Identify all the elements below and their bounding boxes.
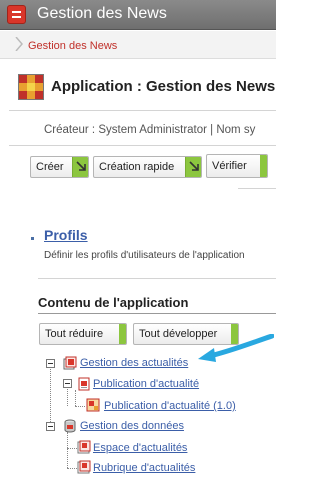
news-section-icon (77, 460, 91, 474)
news-management-icon (63, 356, 77, 370)
application-grid-icon (18, 74, 44, 100)
collapse-all-accent-bar (119, 324, 126, 344)
callout-arrow-icon (196, 333, 275, 364)
verify-accent-bar (260, 155, 267, 177)
publication-icon (77, 377, 91, 391)
window-title: Gestion des News (37, 5, 167, 22)
breadcrumb: Gestion des News (0, 31, 276, 59)
toolbar-divider (238, 188, 276, 189)
create-dropdown-arrow-icon (72, 157, 88, 177)
tree-connector (67, 468, 77, 469)
quick-create-button-label: Création rapide (99, 161, 175, 173)
breadcrumb-item-news[interactable]: Gestion des News (28, 40, 117, 52)
header-divider (9, 110, 276, 111)
meta-divider (9, 145, 276, 146)
verify-button[interactable]: Vérifier (206, 154, 268, 178)
tree-connector (50, 364, 51, 426)
tree-item-news-publication-version[interactable]: Publication d'actualité (1.0) (104, 400, 236, 412)
collapse-toggle-icon[interactable] (63, 379, 72, 388)
profiles-link[interactable]: Profils (44, 227, 88, 243)
tree-connector (67, 432, 68, 468)
publication-version-icon (86, 398, 100, 412)
profiles-description: Définir les profils d'utilisateurs de l'… (44, 250, 245, 261)
database-icon (63, 419, 77, 433)
profiles-divider (38, 278, 276, 279)
collapse-toggle-icon[interactable] (46, 422, 55, 431)
tree-connector (75, 406, 85, 407)
breadcrumb-separator-icon (14, 37, 24, 51)
tree-item-data-management[interactable]: Gestion des données (80, 420, 184, 432)
content-section-title: Contenu de l'application (38, 295, 189, 310)
collapse-toggle-icon[interactable] (46, 359, 55, 368)
tree-connector (67, 448, 77, 449)
creator-info: Créateur : System Administrator | Nom sy (44, 124, 256, 136)
tree-item-news-management[interactable]: Gestion des actualités (80, 357, 188, 369)
collapse-all-label: Tout réduire (45, 328, 104, 340)
tree-item-news-publication[interactable]: Publication d'actualité (93, 378, 199, 390)
collapse-all-button[interactable]: Tout réduire (39, 323, 127, 345)
verify-button-label: Vérifier (212, 160, 247, 172)
tree-item-news-section[interactable]: Rubrique d'actualités (93, 462, 195, 474)
quick-create-dropdown-arrow-icon (185, 157, 201, 177)
profile-bullet-icon (31, 237, 34, 240)
content-title-underline (38, 313, 276, 314)
news-app-icon (7, 5, 26, 24)
quick-create-button[interactable]: Création rapide (93, 156, 202, 178)
create-button[interactable]: Créer (30, 156, 89, 178)
window-titlebar: Gestion des News (0, 0, 276, 30)
tree-item-news-space[interactable]: Espace d'actualités (93, 442, 187, 454)
create-button-label: Créer (36, 161, 64, 173)
news-space-icon (77, 440, 91, 454)
page-title: Application : Gestion des News (51, 78, 276, 95)
tree-connector (75, 390, 76, 406)
app-header: Application : Gestion des News (18, 74, 276, 102)
